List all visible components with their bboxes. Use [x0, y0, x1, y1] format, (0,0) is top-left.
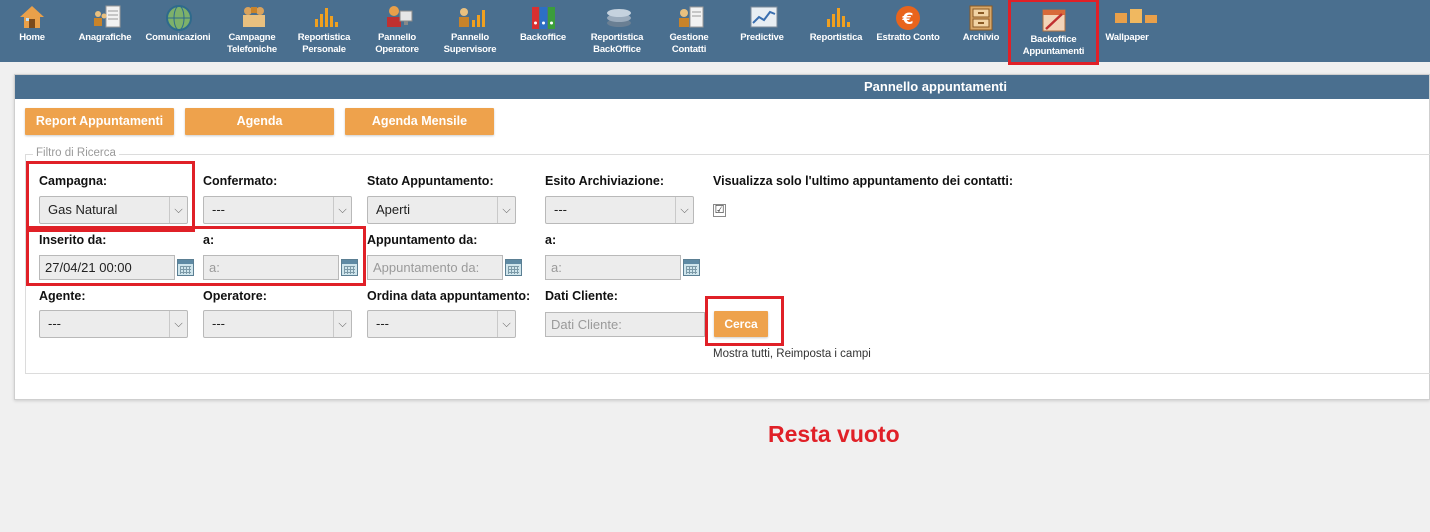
toolbar-campagne-telefoniche[interactable]: Campagne Telefoniche — [222, 0, 282, 62]
agente-select[interactable]: --- ⌵ — [39, 310, 188, 338]
people-document-icon — [92, 5, 121, 29]
toolbar-anagrafiche[interactable]: Anagrafiche — [74, 0, 136, 62]
toolbar-reportistica[interactable]: Reportistica — [806, 0, 866, 62]
search-filter-legend: Filtro di Ricerca — [33, 147, 119, 159]
dati-cliente-label: Dati Cliente: — [545, 289, 618, 303]
toolbar-estratto-conto[interactable]: € Estratto Conto — [874, 0, 942, 62]
operatore-value: --- — [212, 316, 225, 331]
agenda-mensile-button[interactable]: Agenda Mensile — [345, 108, 494, 135]
stato-appuntamento-select[interactable]: Aperti ⌵ — [367, 196, 516, 224]
operatore-label: Operatore: — [203, 289, 267, 303]
chevron-down-icon: ⌵ — [497, 311, 515, 337]
toolbar-backoffice[interactable]: Backoffice — [514, 0, 572, 62]
reset-links[interactable]: Mostra tutti, Reimposta i campi — [713, 348, 871, 360]
dati-cliente-input[interactable]: Dati Cliente: — [545, 312, 705, 337]
visualizza-ultimo-label: Visualizza solo l'ultimo appuntamento de… — [713, 174, 1013, 188]
main-toolbar: Home Anagrafiche Comunicazioni Campagne … — [0, 0, 1430, 65]
binders-icon — [530, 5, 556, 29]
appuntamento-a-label: a: — [545, 233, 557, 247]
toolbar-gestione-contatti[interactable]: Gestione Contatti — [660, 0, 718, 62]
stato-appuntamento-label: Stato Appuntamento: — [367, 174, 494, 188]
toolbar-home[interactable]: Home — [12, 0, 52, 62]
chevron-down-icon: ⌵ — [675, 197, 693, 223]
ordina-data-value: --- — [376, 316, 389, 331]
annotation-text: Resta vuoto — [768, 421, 900, 447]
toolbar-pannello-supervisore[interactable]: Pannello Supervisore — [440, 0, 500, 62]
line-chart-icon — [749, 5, 778, 29]
home-icon — [19, 5, 45, 29]
svg-text:€: € — [901, 9, 913, 28]
report-appuntamenti-button[interactable]: Report Appuntamenti — [25, 108, 174, 135]
panel-title: Pannello appuntamenti — [15, 75, 1429, 99]
calendar-icon[interactable] — [683, 259, 700, 276]
appuntamento-da-input[interactable]: Appuntamento da: — [367, 255, 503, 280]
globe-icon — [165, 5, 192, 31]
confermato-label: Confermato: — [203, 174, 278, 188]
campaign-icon — [239, 5, 265, 29]
contacts-icon — [676, 5, 704, 29]
stato-appuntamento-value: Aperti — [376, 202, 410, 217]
cabinet-icon — [968, 5, 994, 31]
stack-icon — [604, 5, 631, 29]
ordina-data-label: Ordina data appuntamento: — [367, 289, 531, 303]
inserito-highlight-box — [26, 226, 366, 286]
chevron-down-icon: ⌵ — [333, 311, 351, 337]
toolbar-backoffice-appuntamenti[interactable]: Backoffice Appuntamenti — [1008, 0, 1099, 65]
esito-archiviazione-value: --- — [554, 202, 567, 217]
toolbar-pannello-operatore[interactable]: Pannello Operatore — [368, 0, 426, 62]
calendar-icon[interactable] — [505, 259, 522, 276]
chevron-down-icon: ⌵ — [333, 197, 351, 223]
chevron-down-icon: ⌵ — [169, 311, 187, 337]
campagna-highlight-box — [26, 161, 195, 232]
supervisor-chart-icon — [457, 5, 485, 29]
toolbar-wallpaper[interactable]: Wallpaper — [1104, 0, 1157, 62]
toolbar-reportistica-personale[interactable]: Reportistica Personale — [294, 0, 354, 62]
wallpaper-icon — [1114, 5, 1157, 29]
appuntamento-a-input[interactable]: a: — [545, 255, 681, 280]
calendar-pencil-icon — [1041, 7, 1067, 32]
confermato-value: --- — [212, 202, 225, 217]
operatore-select[interactable]: --- ⌵ — [203, 310, 352, 338]
toolbar-reportistica-backoffice[interactable]: Reportistica BackOffice — [586, 0, 648, 62]
ordina-data-select[interactable]: --- ⌵ — [367, 310, 516, 338]
agente-value: --- — [48, 316, 61, 331]
chevron-down-icon: ⌵ — [497, 197, 515, 223]
cerca-highlight-box — [705, 296, 784, 346]
toolbar-comunicazioni[interactable]: Comunicazioni — [144, 0, 212, 62]
appuntamento-da-label: Appuntamento da: — [367, 233, 478, 247]
toolbar-predictive[interactable]: Predictive — [734, 0, 790, 62]
operator-icon — [384, 5, 413, 29]
euro-icon: € — [895, 5, 921, 30]
confermato-select[interactable]: --- ⌵ — [203, 196, 352, 224]
agenda-button[interactable]: Agenda — [185, 108, 334, 135]
agente-label: Agente: — [39, 289, 86, 303]
toolbar-archivio[interactable]: Archivio — [958, 0, 1004, 62]
bar-chart-icon — [311, 5, 338, 29]
bar-chart-icon — [823, 5, 850, 29]
esito-archiviazione-label: Esito Archiviazione: — [545, 174, 665, 188]
esito-archiviazione-select[interactable]: --- ⌵ — [545, 196, 694, 224]
visualizza-ultimo-checkbox[interactable]: ☑ — [713, 204, 726, 217]
